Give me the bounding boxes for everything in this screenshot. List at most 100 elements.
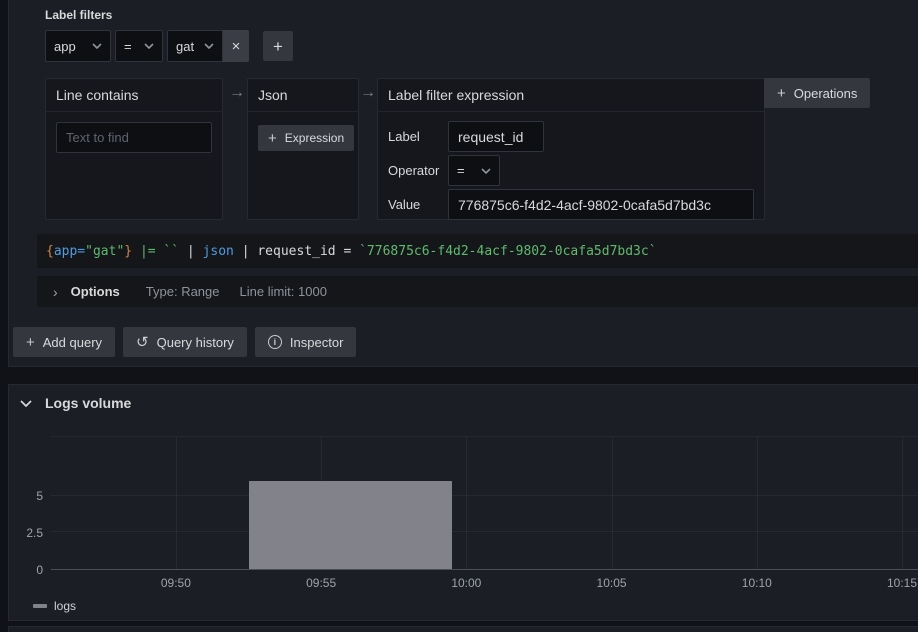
query-token: request_id = <box>250 244 360 259</box>
close-icon: × <box>232 39 241 54</box>
label-filter-operator-value: = <box>124 39 132 54</box>
add-query-label: Add query <box>43 335 102 350</box>
query-token <box>132 244 140 259</box>
operator-field-label: Operator <box>388 163 448 178</box>
x-gridline <box>176 437 177 569</box>
query-history-button[interactable]: ↺ Query history <box>123 327 247 357</box>
operations-label: Operations <box>794 86 858 101</box>
plus-icon: + <box>273 38 283 55</box>
plus-icon: + <box>777 85 786 102</box>
x-gridline <box>902 437 903 569</box>
inspector-button[interactable]: i Inspector <box>255 327 356 357</box>
y-gridline <box>51 531 918 532</box>
y-tick-label: 2.5 <box>9 526 43 540</box>
chevron-down-icon <box>481 168 491 174</box>
label-filter-expression-body: Label Operator = Value <box>378 112 764 220</box>
label-filter-value-value: gat <box>176 39 194 54</box>
add-query-button[interactable]: + Add query <box>13 327 115 357</box>
x-tick-label: 10:00 <box>451 576 481 590</box>
logs-volume-panel: Logs volume 09:5009:5510:0010:0510:1010:… <box>8 384 918 621</box>
plus-icon: + <box>268 130 277 147</box>
add-expression-label: Expression <box>285 131 344 145</box>
options-line-limit: Line limit: 1000 <box>240 284 327 299</box>
query-token <box>234 244 242 259</box>
query-token: | <box>187 244 195 259</box>
inspector-label: Inspector <box>290 335 343 350</box>
line-contains-card: Line contains <box>45 78 223 220</box>
chevron-down-icon <box>204 43 214 49</box>
query-preview[interactable]: {app="gat"} |= `` | json | request_id = … <box>37 234 918 268</box>
chevron-down-icon <box>144 43 154 49</box>
chart-legend: logs <box>33 595 76 613</box>
x-gridline <box>757 437 758 569</box>
label-filter-value-select[interactable]: gat <box>167 30 223 62</box>
value-field-input[interactable] <box>448 189 754 220</box>
x-tick-label: 10:05 <box>597 576 627 590</box>
toolbar: + Add query ↺ Query history i Inspector <box>13 327 356 357</box>
y-gridline <box>51 495 918 496</box>
text-to-find-input[interactable] <box>56 122 212 153</box>
value-field-row: Value <box>388 189 754 220</box>
legend-swatch <box>33 604 47 608</box>
next-panel-edge <box>8 626 918 632</box>
query-token: { <box>46 244 54 259</box>
query-token <box>179 244 187 259</box>
options-row[interactable]: › Options Type: Range Line limit: 1000 <box>37 276 918 307</box>
x-tick-label: 09:50 <box>161 576 191 590</box>
query-token: json <box>203 244 234 259</box>
operator-field-select[interactable]: = <box>448 155 500 186</box>
query-history-label: Query history <box>157 335 234 350</box>
label-filters-row: app = gat × + <box>45 30 293 62</box>
json-header: Json <box>248 79 358 112</box>
y-tick-label: 5 <box>9 489 43 503</box>
x-tick-label: 10:15 <box>887 576 917 590</box>
label-filter-expression-title: Label filter expression <box>388 87 524 103</box>
legend-label: logs <box>54 599 76 613</box>
info-icon: i <box>268 335 282 349</box>
value-field-label: Value <box>388 197 448 212</box>
query-token <box>195 244 203 259</box>
query-token: } <box>124 244 132 259</box>
json-card: Json + Expression <box>247 78 359 220</box>
x-tick-label: 09:55 <box>306 576 336 590</box>
query-editor-panel: Label filters app = gat × + Line contain… <box>8 0 918 367</box>
remove-label-filter-button[interactable]: × <box>223 30 249 62</box>
operations-button[interactable]: + Operations <box>764 78 870 108</box>
logs-volume-chart: 09:5009:5510:0010:0510:1010:15 02.55 <box>9 436 918 570</box>
x-gridline <box>466 437 467 569</box>
flow-arrow-icon: → <box>229 84 245 102</box>
logs-volume-bar <box>249 481 452 569</box>
label-field-label: Label <box>388 129 448 144</box>
operator-field-row: Operator = <box>388 155 754 186</box>
chevron-right-icon: › <box>53 284 58 300</box>
legend-item-logs[interactable]: logs <box>33 599 76 613</box>
x-gridline <box>612 437 613 569</box>
label-filter-key-select[interactable]: app <box>45 30 111 62</box>
line-contains-header: Line contains <box>46 79 222 112</box>
label-field-row: Label <box>388 121 754 152</box>
query-token: `` <box>163 244 179 259</box>
add-expression-button[interactable]: + Expression <box>258 125 354 151</box>
operator-field-value: = <box>457 163 465 178</box>
logs-volume-plot[interactable]: 09:5009:5510:0010:0510:1010:15 <box>51 436 918 570</box>
query-token: | <box>242 244 250 259</box>
options-label: Options <box>71 284 120 299</box>
x-tick-label: 10:10 <box>742 576 772 590</box>
query-token: `776875c6-f4d2-4acf-9802-0cafa5d7bd3c` <box>359 244 656 259</box>
options-type: Type: Range <box>146 284 220 299</box>
label-filters-title: Label filters <box>45 8 112 22</box>
json-title: Json <box>258 87 288 103</box>
label-filter-key-value: app <box>54 39 76 54</box>
logs-volume-header[interactable]: Logs volume <box>9 385 131 421</box>
plus-icon: + <box>26 334 35 351</box>
label-field-input[interactable] <box>448 121 544 152</box>
y-tick-label: 0 <box>9 563 43 577</box>
label-filter-expression-card: Label filter expression Label Operator =… <box>377 78 765 220</box>
chevron-down-icon <box>20 400 32 407</box>
flow-arrow-icon: → <box>360 84 376 102</box>
logs-volume-title: Logs volume <box>45 395 131 411</box>
query-token: "gat" <box>85 244 124 259</box>
add-label-filter-button[interactable]: + <box>263 31 293 61</box>
label-filter-operator-select[interactable]: = <box>115 30 163 62</box>
query-token: app= <box>54 244 85 259</box>
